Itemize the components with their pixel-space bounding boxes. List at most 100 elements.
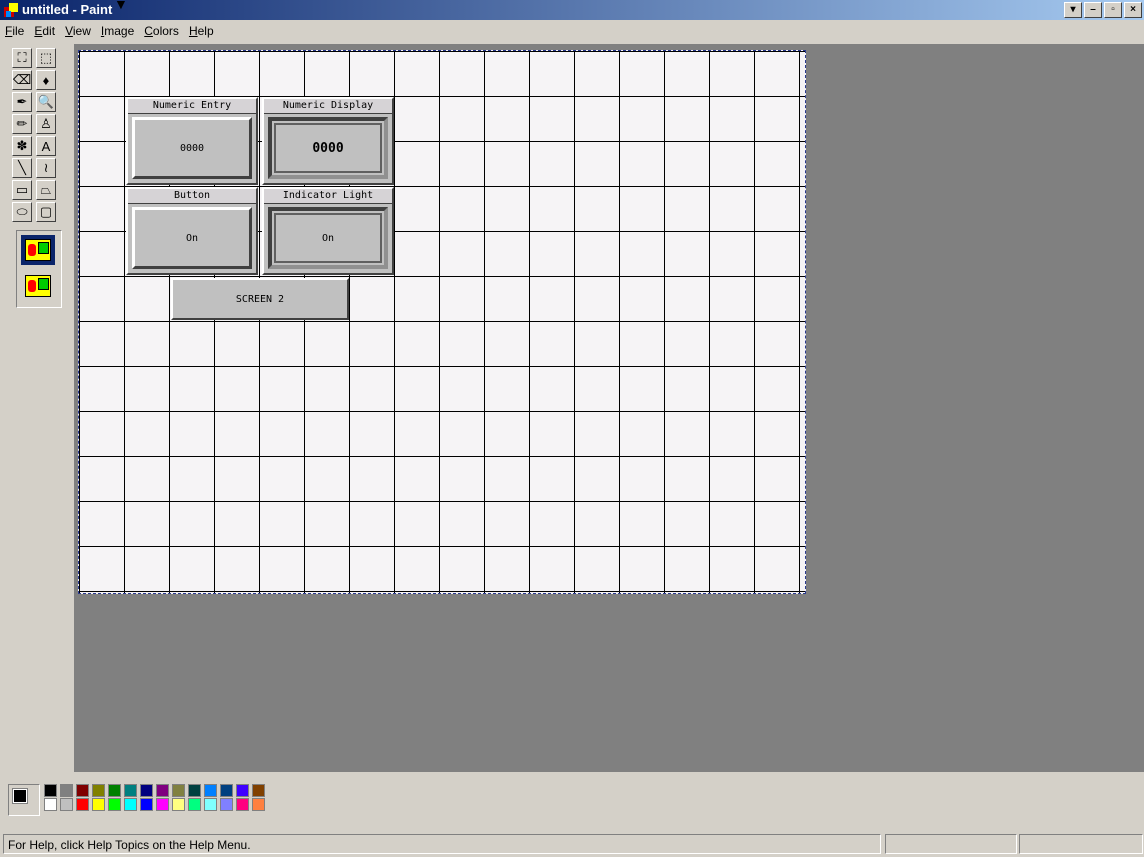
color-swatch[interactable] <box>156 784 169 797</box>
color-picker-tool[interactable]: ✒ <box>12 92 32 112</box>
color-swatch[interactable] <box>108 784 121 797</box>
color-swatch[interactable] <box>140 784 153 797</box>
free-select-tool[interactable]: ⛶ <box>12 48 32 68</box>
color-swatch[interactable] <box>60 798 73 811</box>
polygon-icon: ⏢ <box>40 182 52 197</box>
text-icon: A <box>41 138 51 154</box>
restore-button[interactable]: ▫ <box>1104 2 1122 18</box>
pencil-icon: ✏ <box>16 116 28 131</box>
transparent-background-icon <box>25 275 51 297</box>
opaque-background-icon <box>25 239 51 261</box>
status-coords-cell <box>885 834 1017 854</box>
color-swatch[interactable] <box>252 798 265 811</box>
curve-tool[interactable]: ≀ <box>36 158 56 178</box>
color-swatch[interactable] <box>92 784 105 797</box>
airbrush-icon: ✽ <box>16 138 28 153</box>
mouse-cursor-icon: ▼ <box>114 0 128 12</box>
color-swatch[interactable] <box>204 784 217 797</box>
numeric-entry-widget: Numeric Entry 0000 <box>126 97 258 185</box>
numeric-entry-value: 0000 <box>132 117 252 179</box>
color-swatch[interactable] <box>236 798 249 811</box>
color-swatch[interactable] <box>76 798 89 811</box>
color-swatch[interactable] <box>220 798 233 811</box>
status-help-text: For Help, click Help Topics on the Help … <box>3 834 881 854</box>
color-swatch[interactable] <box>236 784 249 797</box>
fill-bucket-icon: ♦ <box>42 72 50 88</box>
color-swatch[interactable] <box>92 798 105 811</box>
indicator-light-widget: Indicator Light On <box>262 187 394 275</box>
line-tool[interactable]: ╲ <box>12 158 32 178</box>
color-swatch[interactable] <box>172 784 185 797</box>
text-tool[interactable]: A <box>36 136 56 156</box>
color-swatch[interactable] <box>108 798 121 811</box>
menu-colors[interactable]: Colors <box>139 22 184 42</box>
rectangle-tool[interactable]: ▭ <box>12 180 32 200</box>
current-colors[interactable] <box>8 784 40 816</box>
polygon-tool[interactable]: ⏢ <box>36 180 56 200</box>
button-widget-label: Button <box>128 189 256 204</box>
color-swatch[interactable] <box>204 798 217 811</box>
color-swatch[interactable] <box>124 784 137 797</box>
button-widget-value: On <box>132 207 252 269</box>
pencil-tool[interactable]: ✏ <box>12 114 32 134</box>
brush-tool[interactable]: ♙ <box>36 114 56 134</box>
rounded-rect-tool[interactable]: ▢ <box>36 202 56 222</box>
airbrush-tool[interactable]: ✽ <box>12 136 32 156</box>
menu-image[interactable]: Image <box>96 22 139 42</box>
numeric-entry-label: Numeric Entry <box>128 99 256 114</box>
magnifier-tool[interactable]: 🔍 <box>36 92 56 112</box>
drawing-canvas[interactable]: Numeric Entry 0000 Numeric Display 0000 … <box>78 50 806 594</box>
color-swatch[interactable] <box>44 798 57 811</box>
menu-view[interactable]: View <box>60 22 96 42</box>
status-size-cell <box>1019 834 1143 854</box>
line-icon: ╲ <box>18 160 26 175</box>
fill-bucket-tool[interactable]: ♦ <box>36 70 56 90</box>
window-menu-button[interactable]: ▾ <box>1064 2 1082 18</box>
rectangle-icon: ▭ <box>15 182 29 197</box>
status-bar: For Help, click Help Topics on the Help … <box>0 829 1144 857</box>
close-button[interactable]: × <box>1124 2 1142 18</box>
numeric-display-widget: Numeric Display 0000 <box>262 97 394 185</box>
color-swatch[interactable] <box>44 784 57 797</box>
ellipse-tool[interactable]: ⬭ <box>12 202 32 222</box>
color-swatch[interactable] <box>156 798 169 811</box>
tool-options-panel <box>16 230 62 308</box>
magnifier-icon: 🔍 <box>37 94 55 109</box>
color-palette <box>8 782 308 822</box>
transparent-option[interactable] <box>21 271 55 301</box>
rounded-rect-icon: ▢ <box>39 204 53 219</box>
toolbox: ⛶ ⬚ ⌫ ♦ ✒ 🔍 ✏ ♙ ✽ A ╲ ≀ ▭ ⏢ ⬭ ▢ <box>10 46 64 346</box>
brush-icon: ♙ <box>40 116 52 131</box>
menu-bar: File Edit View Image Colors Help <box>0 22 219 42</box>
free-select-icon: ⛶ <box>17 50 27 65</box>
rect-select-tool[interactable]: ⬚ <box>36 48 56 68</box>
color-swatch[interactable] <box>140 798 153 811</box>
rect-select-icon: ⬚ <box>39 50 53 65</box>
canvas-workspace[interactable]: Numeric Entry 0000 Numeric Display 0000 … <box>74 44 1144 772</box>
screen-2-button: SCREEN 2 <box>171 278 349 320</box>
color-swatch[interactable] <box>220 784 233 797</box>
paint-app-icon <box>3 2 19 18</box>
numeric-display-label: Numeric Display <box>264 99 392 114</box>
window-title: untitled - Paint <box>22 2 113 17</box>
menu-edit[interactable]: Edit <box>29 22 60 42</box>
indicator-light-label: Indicator Light <box>264 189 392 204</box>
color-swatch[interactable] <box>60 784 73 797</box>
color-picker-icon: ✒ <box>16 94 28 109</box>
opaque-option[interactable] <box>21 235 55 265</box>
color-swatch[interactable] <box>188 798 201 811</box>
color-swatch[interactable] <box>76 784 89 797</box>
curve-icon: ≀ <box>43 160 49 175</box>
indicator-light-value: On <box>268 207 388 269</box>
eraser-tool[interactable]: ⌫ <box>12 70 32 90</box>
menu-help[interactable]: Help <box>184 22 219 42</box>
button-widget: Button On <box>126 187 258 275</box>
menu-file[interactable]: File <box>0 22 29 42</box>
color-swatch[interactable] <box>252 784 265 797</box>
eraser-icon: ⌫ <box>12 72 32 87</box>
color-swatch[interactable] <box>172 798 185 811</box>
numeric-display-value: 0000 <box>268 117 388 179</box>
color-swatch[interactable] <box>124 798 137 811</box>
color-swatch[interactable] <box>188 784 201 797</box>
minimize-button[interactable]: – <box>1084 2 1102 18</box>
